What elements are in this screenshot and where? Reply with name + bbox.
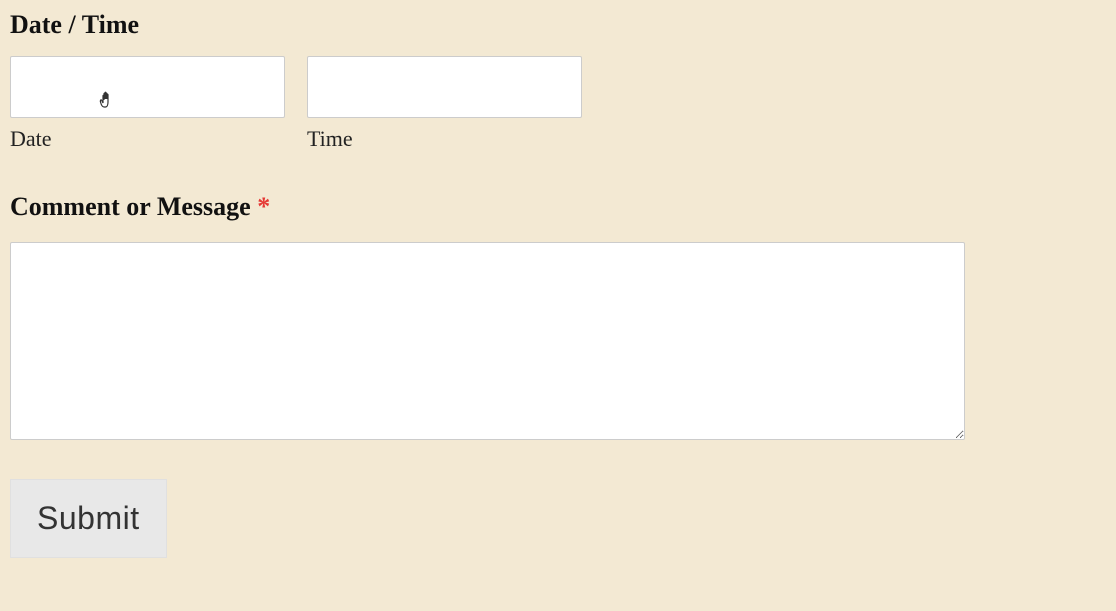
time-sublabel: Time [307, 126, 582, 152]
datetime-heading: Date / Time [10, 10, 1106, 40]
time-input[interactable] [307, 56, 582, 118]
date-input[interactable] [10, 56, 285, 118]
date-column: Date [10, 56, 285, 152]
time-column: Time [307, 56, 582, 152]
comment-textarea[interactable] [10, 242, 965, 440]
comment-heading-text: Comment or Message [10, 192, 257, 221]
submit-button[interactable]: Submit [10, 479, 167, 558]
required-asterisk: * [257, 192, 270, 221]
date-sublabel: Date [10, 126, 285, 152]
form-container: Date / Time Date Time Comment or Message… [10, 10, 1106, 558]
comment-heading: Comment or Message * [10, 192, 1106, 222]
datetime-row: Date Time [10, 56, 1106, 152]
